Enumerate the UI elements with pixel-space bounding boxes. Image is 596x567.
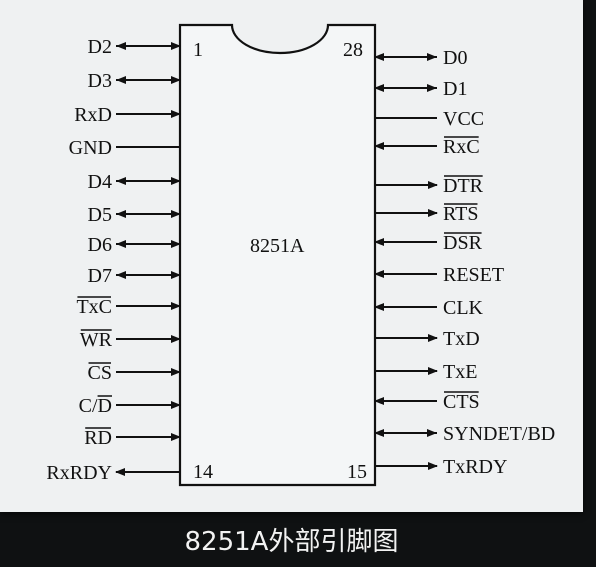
right-pin-arrow-outer-12	[427, 429, 437, 437]
right-pin-label-0: D0	[443, 47, 467, 69]
left-pin-label-12: RD	[84, 427, 112, 449]
diagram-caption: 8251A外部引脚图	[184, 527, 399, 557]
left-pin-arrow-outer-4	[116, 177, 126, 185]
right-pin-arrow-outer-1	[427, 84, 437, 92]
left-pin-label-1: D3	[88, 70, 112, 92]
left-pin-arrow-outer-6	[116, 240, 126, 248]
left-pin-label-6: D6	[88, 234, 112, 256]
slide: 1 28 14 15 8251A D2 D3 RxD GND D4 D5 D6 D7 TxC WR…	[0, 0, 596, 567]
diagram-panel: 1 28 14 15 8251A D2 D3 RxD GND D4 D5 D6 D7 TxC WR…	[0, 0, 583, 512]
left-pin-label-0: D2	[88, 36, 112, 58]
left-pin-label-5: D5	[88, 204, 112, 226]
right-pin-label-4: DTR	[443, 175, 484, 197]
pin-14-number: 14	[193, 461, 213, 483]
right-pin-label-10: TxE	[443, 361, 477, 383]
right-pin-label-3: RxC	[443, 136, 480, 158]
right-pin-label-2: VCC	[443, 108, 484, 130]
pin-1-number: 1	[193, 39, 203, 61]
left-pin-label-9: WR	[80, 329, 113, 351]
right-pin-label-7: RESET	[443, 264, 504, 286]
right-pins: D0 D1 VCC RxC DTR RTS DSR RESET CLK TxD TxE CTS SYND…	[374, 47, 555, 478]
right-pin-arrow-outer-0	[427, 53, 437, 61]
left-pin-label-2: RxD	[74, 104, 112, 126]
left-pins: D2 D3 RxD GND D4 D5 D6 D7 TxC WR CS C/D RD RxRDY	[46, 36, 181, 484]
right-pin-label-12: SYNDET/BD	[443, 423, 555, 445]
chip-name: 8251A	[250, 235, 305, 257]
right-pin-label-1: D1	[443, 78, 467, 100]
pin-15-number: 15	[347, 461, 367, 483]
left-pin-label-8: TxC	[76, 296, 112, 318]
pin-28-number: 28	[343, 39, 363, 61]
left-pin-arrow-outer-0	[116, 42, 126, 50]
left-pin-label-3: GND	[69, 137, 112, 159]
left-pin-label-10: CS	[88, 362, 112, 384]
pinout-diagram: 1 28 14 15 8251A D2 D3 RxD GND D4 D5 D6 D7 TxC WR…	[46, 23, 555, 487]
right-pin-label-9: TxD	[443, 328, 480, 350]
left-pin-label-13: RxRDY	[46, 462, 112, 484]
right-pin-label-13: TxRDY	[443, 456, 507, 478]
right-pin-label-11: CTS	[443, 391, 480, 413]
left-pin-label-7: D7	[88, 265, 112, 287]
left-pin-label-4: D4	[88, 171, 112, 193]
left-pin-label-11: C/D	[79, 395, 112, 417]
left-pin-arrow-outer-1	[116, 76, 126, 84]
right-pin-label-5: RTS	[443, 203, 478, 225]
right-pin-label-6: DSR	[443, 232, 483, 254]
right-pin-label-8: CLK	[443, 297, 484, 319]
left-pin-arrow-outer-7	[116, 271, 126, 279]
left-pin-arrow-outer-5	[116, 210, 126, 218]
